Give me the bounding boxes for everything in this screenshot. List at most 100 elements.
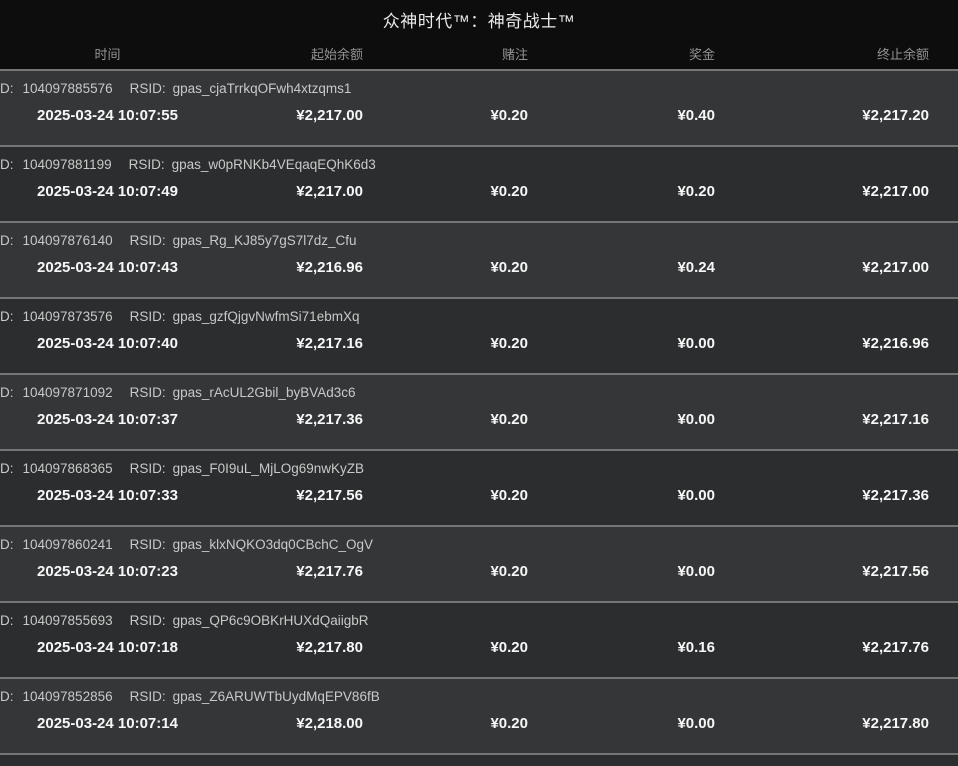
page-title: 众神时代™：神奇战士™: [382, 11, 576, 31]
cell-bet: ¥0.20: [490, 259, 528, 276]
round-id-line: D: 104097855693 RSID: gpas_QP6c9OBKrHUXdQai…: [0, 603, 958, 631]
round-id-line: D: 104097881199 RSID: gpas_w0pRNKb4VEqaqEQh…: [0, 147, 958, 175]
id-label: D:: [0, 309, 14, 324]
table-row: D: 104097852856 RSID: gpas_Z6ARUWTbUydMqEPV…: [0, 677, 958, 753]
table-header-row: 时间 起始余额 赌注 奖金 终止余额: [0, 38, 958, 69]
column-header-bet: 赌注: [501, 47, 528, 62]
cell-start-balance: ¥2,217.36: [296, 411, 363, 428]
round-id-value: 104097873576: [22, 309, 113, 324]
cell-time: 2025-03-24 10:07:37: [37, 411, 178, 428]
rsid-value: gpas_Z6ARUWTbUydMqEPV86fB: [172, 689, 380, 704]
round-id-line: D: 104097871092 RSID: gpas_rAcUL2Gbil_byBVA…: [0, 375, 958, 403]
round-values-line: 2025-03-24 10:07:18 ¥2,217.80 ¥0.20 ¥0.1…: [0, 639, 958, 656]
column-header-end-balance: 终止余额: [876, 47, 929, 62]
id-label: D:: [0, 385, 14, 400]
cell-bet: ¥0.20: [490, 563, 528, 580]
cell-end-balance: ¥2,217.80: [862, 715, 929, 732]
round-id-line: D: 104097876140 RSID: gpas_Rg_KJ85y7gS7l7dz…: [0, 223, 958, 251]
round-id-line: D: 104097860241 RSID: gpas_klxNQKO3dq0CBchC…: [0, 527, 958, 555]
cell-end-balance: ¥2,217.76: [862, 639, 929, 656]
round-id-value: 104097876140: [22, 233, 113, 248]
cell-time: 2025-03-24 10:07:43: [37, 259, 178, 276]
cell-end-balance: ¥2,217.20: [862, 107, 929, 124]
id-label: D:: [0, 613, 14, 628]
id-label: D:: [0, 537, 14, 552]
rsid-value: gpas_QP6c9OBKrHUXdQaiigbR: [172, 613, 369, 628]
table-row: D: 104097860241 RSID: gpas_klxNQKO3dq0CBchC…: [0, 525, 958, 601]
rsid-label: RSID:: [128, 157, 165, 172]
rsid-value: gpas_rAcUL2Gbil_byBVAd3c6: [172, 385, 356, 400]
round-id-value: 104097885576: [22, 81, 113, 96]
rsid-label: RSID:: [129, 309, 166, 324]
title-bar: 众神时代™：神奇战士™: [0, 0, 958, 38]
rsid-value: gpas_F0I9uL_MjLOg69nwKyZB: [172, 461, 364, 476]
cell-end-balance: ¥2,217.00: [862, 183, 929, 200]
cell-time: 2025-03-24 10:07:40: [37, 335, 178, 352]
rsid-label: RSID:: [129, 385, 166, 400]
cell-bet: ¥0.20: [490, 183, 528, 200]
cell-bet: ¥0.20: [490, 715, 528, 732]
cell-win: ¥0.00: [677, 411, 715, 428]
id-label: D:: [0, 689, 14, 704]
rsid-value: gpas_klxNQKO3dq0CBchC_OgV: [172, 537, 373, 552]
cell-end-balance: ¥2,217.16: [862, 411, 929, 428]
id-label: D:: [0, 233, 14, 248]
rsid-value: gpas_cjaTrrkqOFwh4xtzqms1: [172, 81, 352, 96]
table-row: D: 104097876140 RSID: gpas_Rg_KJ85y7gS7l7dz…: [0, 221, 958, 297]
cell-time: 2025-03-24 10:07:49: [37, 183, 178, 200]
round-values-line: 2025-03-24 10:07:55 ¥2,217.00 ¥0.20 ¥0.4…: [0, 107, 958, 124]
cell-win: ¥0.20: [677, 183, 715, 200]
cell-win: ¥0.40: [677, 107, 715, 124]
round-id-line: D: 104097852856 RSID: gpas_Z6ARUWTbUydMqEPV…: [0, 679, 958, 707]
round-values-line: 2025-03-24 10:07:43 ¥2,216.96 ¥0.20 ¥0.2…: [0, 259, 958, 276]
id-label: D:: [0, 81, 14, 96]
rsid-label: RSID:: [129, 689, 166, 704]
cell-bet: ¥0.20: [490, 335, 528, 352]
round-values-line: 2025-03-24 10:07:14 ¥2,218.00 ¥0.20 ¥0.0…: [0, 715, 958, 732]
round-values-line: 2025-03-24 10:07:49 ¥2,217.00 ¥0.20 ¥0.2…: [0, 183, 958, 200]
cell-time: 2025-03-24 10:07:33: [37, 487, 178, 504]
cell-end-balance: ¥2,217.00: [862, 259, 929, 276]
cell-time: 2025-03-24 10:07:18: [37, 639, 178, 656]
cell-time: 2025-03-24 10:07:23: [37, 563, 178, 580]
id-label: D:: [0, 157, 14, 172]
round-values-line: 2025-03-24 10:07:37 ¥2,217.36 ¥0.20 ¥0.0…: [0, 411, 958, 428]
table-row: D: 104097871092 RSID: gpas_rAcUL2Gbil_byBVA…: [0, 373, 958, 449]
rsid-value: gpas_w0pRNKb4VEqaqEQhK6d3: [171, 157, 376, 172]
round-values-line: 2025-03-24 10:07:40 ¥2,217.16 ¥0.20 ¥0.0…: [0, 335, 958, 352]
round-id-value: 104097860241: [22, 537, 113, 552]
table-row: D: 104097855693 RSID: gpas_QP6c9OBKrHUXdQai…: [0, 601, 958, 677]
id-label: D:: [0, 461, 14, 476]
column-header-start-balance: 起始余额: [310, 47, 363, 62]
rsid-label: RSID:: [129, 461, 166, 476]
rsid-value: gpas_Rg_KJ85y7gS7l7dz_Cfu: [172, 233, 357, 248]
cell-start-balance: ¥2,217.80: [296, 639, 363, 656]
table-row: D: 104097881199 RSID: gpas_w0pRNKb4VEqaqEQh…: [0, 145, 958, 221]
cell-start-balance: ¥2,217.00: [296, 183, 363, 200]
cell-win: ¥0.00: [677, 563, 715, 580]
cell-time: 2025-03-24 10:07:14: [37, 715, 178, 732]
cell-start-balance: ¥2,218.00: [296, 715, 363, 732]
cell-win: ¥0.24: [677, 259, 715, 276]
rsid-label: RSID:: [129, 81, 166, 96]
cell-win: ¥0.16: [677, 639, 715, 656]
cell-bet: ¥0.20: [490, 107, 528, 124]
round-id-line: D: 104097873576 RSID: gpas_gzfQjgvNwfmSi71e…: [0, 299, 958, 327]
rsid-label: RSID:: [129, 537, 166, 552]
cell-win: ¥0.00: [677, 487, 715, 504]
round-id-value: 104097868365: [22, 461, 113, 476]
rsid-value: gpas_gzfQjgvNwfmSi71ebmXq: [172, 309, 360, 324]
table-row-partial: [0, 753, 958, 766]
cell-bet: ¥0.20: [490, 487, 528, 504]
round-id-value: 104097852856: [22, 689, 113, 704]
cell-time: 2025-03-24 10:07:55: [37, 107, 178, 124]
cell-start-balance: ¥2,217.16: [296, 335, 363, 352]
cell-bet: ¥0.20: [490, 411, 528, 428]
table-row: D: 104097873576 RSID: gpas_gzfQjgvNwfmSi71e…: [0, 297, 958, 373]
bet-history-list[interactable]: D: 104097885576 RSID: gpas_cjaTrrkqOFwh4xtz…: [0, 69, 958, 766]
rsid-label: RSID:: [129, 613, 166, 628]
round-id-line: D: 104097868365 RSID: gpas_F0I9uL_MjLOg69nw…: [0, 451, 958, 479]
cell-win: ¥0.00: [677, 715, 715, 732]
cell-start-balance: ¥2,217.76: [296, 563, 363, 580]
table-row: D: 104097885576 RSID: gpas_cjaTrrkqOFwh4xtz…: [0, 69, 958, 145]
